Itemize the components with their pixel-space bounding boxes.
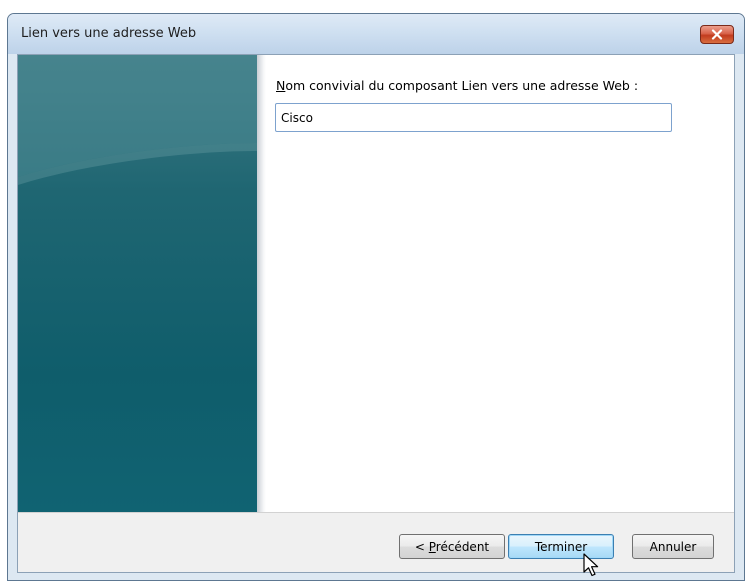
banner-wave-graphic (18, 55, 257, 185)
friendly-name-input[interactable] (275, 103, 672, 132)
window-title: Lien vers une adresse Web (21, 26, 197, 41)
prev-rest: récédent (435, 539, 490, 554)
title-bar[interactable]: Lien vers une adresse Web (8, 14, 744, 54)
dialog-window: Lien vers une adresse Web Nom convivial … (7, 13, 745, 581)
friendly-name-label: Nom convivial du composant Lien vers une… (276, 78, 638, 93)
wizard-side-banner (18, 55, 257, 512)
prev-prefix: < (414, 539, 429, 554)
close-button[interactable] (700, 25, 734, 44)
previous-button[interactable]: < Précédent (399, 534, 505, 559)
button-bar: < Précédent Terminer Annuler (18, 512, 734, 572)
label-mnemonic: N (276, 78, 286, 93)
banner-edge-shadow (257, 55, 266, 512)
cancel-button[interactable]: Annuler (632, 534, 714, 559)
arrow-cursor-icon (583, 553, 599, 577)
close-icon (711, 29, 723, 40)
label-text: om convivial du composant Lien vers une … (285, 78, 639, 93)
dialog-content: Nom convivial du composant Lien vers une… (17, 54, 735, 573)
prev-mnemonic: P (428, 539, 436, 554)
